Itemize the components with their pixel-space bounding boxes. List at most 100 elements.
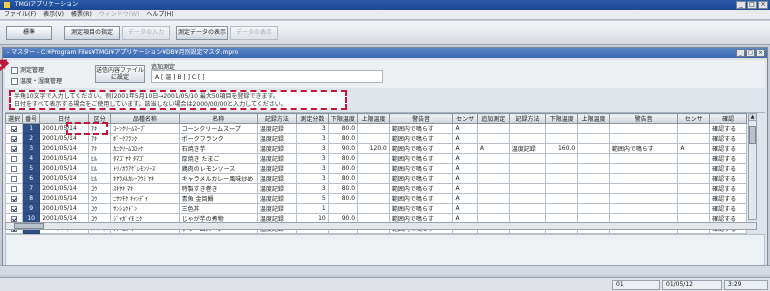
number-cell[interactable]: 6: [22, 173, 41, 184]
row-checkbox[interactable]: [11, 145, 18, 152]
date-cell[interactable]: 2001/05/14: [39, 183, 90, 194]
record-method-cell[interactable]: 温度記録: [256, 143, 297, 154]
child-maximize-button[interactable]: □: [746, 49, 755, 57]
col-sensor[interactable]: センサ: [452, 113, 478, 124]
record-method-2-cell[interactable]: [508, 183, 547, 194]
date-cell[interactable]: 2001/05/14: [39, 163, 90, 174]
add-measure-cell[interactable]: [476, 183, 510, 194]
col-select[interactable]: 選択: [4, 113, 24, 124]
table-row[interactable]: 1 2001/05/14 ｱｷ ｺｰﾝｸﾘｰﾑｽｰﾌﾟ コーンクリームスープ 温度記録 3 8…: [4, 123, 747, 134]
high-temp-2-cell[interactable]: [577, 183, 610, 194]
kubun-cell[interactable]: ﾕｳ: [88, 203, 112, 214]
record-method-2-cell[interactable]: [508, 153, 547, 164]
kubun-cell[interactable]: ﾋﾙ: [88, 173, 112, 184]
high-temp-cell[interactable]: [357, 193, 390, 204]
vertical-scroll-thumb[interactable]: [749, 126, 756, 144]
low-temp-cell[interactable]: 90.0: [327, 143, 359, 154]
name-cell[interactable]: キャラメルカレー風味炒め: [178, 173, 258, 184]
col-confirm[interactable]: 確認: [709, 113, 747, 124]
high-temp-2-cell[interactable]: [577, 143, 610, 154]
number-cell[interactable]: 7: [22, 183, 41, 194]
add-measure-cell[interactable]: [476, 173, 510, 184]
scroll-up-icon[interactable]: ▲: [749, 114, 756, 121]
table-row[interactable]: 5 2001/05/14 ﾋﾙ ﾄﾘﾉｶﾗｱｹﾞﾚﾓﾝｿｰｽ 鶏肉のレモンソース 温度記録…: [4, 163, 747, 174]
table-row[interactable]: 8 2001/05/14 ﾕｳ ﾆｻﾂﾁｸ ｷｬﾝﾃﾞｲ 青魚 金目鯛 温度記録 5 80.0…: [4, 193, 747, 204]
confirm-cell[interactable]: 確認する: [709, 143, 747, 154]
confirm-cell[interactable]: 確認する: [709, 193, 747, 204]
low-temp-cell[interactable]: 80.0: [327, 193, 359, 204]
confirm-cell[interactable]: 確認する: [709, 163, 747, 174]
sensor-2-cell[interactable]: A: [677, 143, 711, 154]
row-checkbox[interactable]: [11, 175, 18, 182]
record-method-2-cell[interactable]: 温度記録: [508, 143, 547, 154]
measure-manage-checkbox[interactable]: [11, 67, 18, 74]
select-cell[interactable]: [4, 123, 24, 134]
row-checkbox[interactable]: [11, 195, 18, 202]
record-method-cell[interactable]: 温度記録: [256, 173, 297, 184]
record-method-cell[interactable]: 温度記録: [256, 123, 297, 134]
low-temp-2-cell[interactable]: [545, 183, 579, 194]
product-name-cell[interactable]: ｺｰﾝｸﾘｰﾑｽｰﾌﾟ: [110, 123, 180, 134]
row-checkbox[interactable]: [11, 135, 18, 142]
add-measure-cell[interactable]: [476, 163, 510, 174]
sensor-cell[interactable]: A: [452, 203, 478, 214]
maximize-button[interactable]: □: [747, 1, 757, 9]
low-temp-cell[interactable]: [327, 203, 359, 214]
product-name-cell[interactable]: ｻﾝｼｮｸﾄﾞﾝ: [110, 203, 180, 214]
alarm-cell[interactable]: 範囲内で鳴らす: [388, 203, 454, 214]
low-temp-2-cell[interactable]: [545, 193, 579, 204]
high-temp-cell[interactable]: [357, 183, 390, 194]
col-low-temp-2[interactable]: 下限温度: [545, 113, 579, 124]
select-cell[interactable]: [4, 203, 24, 214]
sensor-2-cell[interactable]: [677, 163, 711, 174]
row-checkbox[interactable]: [11, 185, 18, 192]
minutes-cell[interactable]: 3: [295, 183, 329, 194]
kubun-cell[interactable]: ﾋﾙ: [88, 153, 112, 164]
record-method-cell[interactable]: 温度記録: [256, 163, 297, 174]
record-method-2-cell[interactable]: [508, 193, 547, 204]
sensor-2-cell[interactable]: [677, 153, 711, 164]
product-name-cell[interactable]: ｽｷﾔｷ ﾏｷ: [110, 183, 180, 194]
table-row[interactable]: 6 2001/05/14 ﾋﾙ ｷﾔﾗﾒﾙｶﾚｰﾌｳﾐ ﾔｷ キャラメルカレー風味炒め温…: [4, 173, 747, 184]
temp-humidity-checkbox[interactable]: [11, 78, 18, 85]
high-temp-cell[interactable]: [357, 173, 390, 184]
select-cell[interactable]: [4, 183, 24, 194]
temp-humidity-option[interactable]: 温度・湿度管理: [11, 76, 62, 85]
select-cell[interactable]: [4, 153, 24, 164]
alarm-2-cell[interactable]: 範囲内で鳴らす: [608, 143, 679, 154]
table-row[interactable]: 3 2001/05/14 ｱｷ ｶﾆｸﾘｰﾑｺﾛｯｹ 石焼き芋 温度記録 3 90.0 120.…: [4, 143, 747, 154]
alarm-2-cell[interactable]: [608, 133, 679, 144]
menu-view[interactable]: 表示(V): [43, 10, 64, 19]
number-cell[interactable]: 3: [22, 143, 41, 154]
confirm-cell[interactable]: 確認する: [709, 203, 747, 214]
confirm-cell[interactable]: 確認する: [709, 123, 747, 134]
high-temp-cell[interactable]: [357, 163, 390, 174]
measure-item-button[interactable]: 測定項目の指定: [64, 26, 120, 40]
select-cell[interactable]: [4, 193, 24, 204]
sensor-2-cell[interactable]: [677, 203, 711, 214]
col-product-name[interactable]: 品種名称: [110, 113, 180, 124]
record-method-cell[interactable]: 温度記録: [256, 193, 297, 204]
row-checkbox[interactable]: [11, 155, 18, 162]
number-cell[interactable]: 1: [22, 123, 41, 134]
minutes-cell[interactable]: 3: [295, 133, 329, 144]
add-measure-cell[interactable]: [476, 193, 510, 204]
alarm-2-cell[interactable]: [608, 123, 679, 134]
add-measure-cell[interactable]: [476, 133, 510, 144]
number-cell[interactable]: 8: [22, 193, 41, 204]
date-cell[interactable]: 2001/05/14: [39, 153, 90, 164]
high-temp-cell[interactable]: [357, 203, 390, 214]
sensor-2-cell[interactable]: [677, 123, 711, 134]
alarm-cell[interactable]: 範囲内で鳴らす: [388, 143, 454, 154]
menu-file[interactable]: ファイル(F): [4, 10, 36, 19]
col-alarm[interactable]: 警告音: [388, 113, 454, 124]
minimize-button[interactable]: _: [736, 1, 746, 9]
name-cell[interactable]: 青魚 金目鯛: [178, 193, 258, 204]
high-temp-cell[interactable]: [357, 123, 390, 134]
row-checkbox[interactable]: [11, 125, 18, 132]
row-checkbox[interactable]: [11, 205, 18, 212]
confirm-cell[interactable]: 確認する: [709, 153, 747, 164]
high-temp-2-cell[interactable]: [577, 163, 610, 174]
record-method-cell[interactable]: 温度記録: [256, 203, 297, 214]
add-measure-cell[interactable]: [476, 123, 510, 134]
